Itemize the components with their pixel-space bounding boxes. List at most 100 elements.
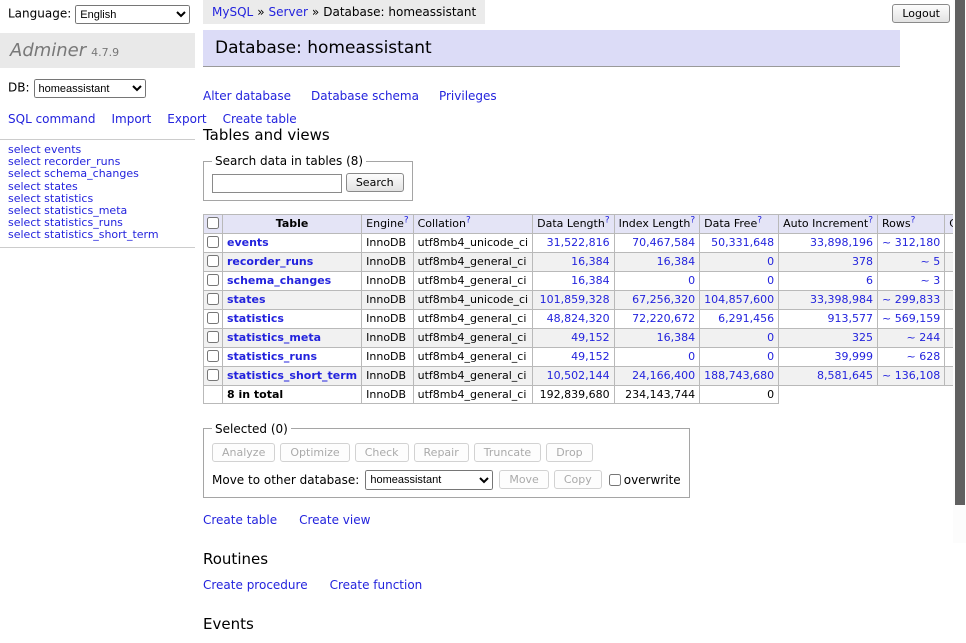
rows-link[interactable]: ~ 136,108 (882, 369, 940, 382)
table-name-link[interactable]: statistics_short_term (227, 369, 357, 382)
analyze-button[interactable]: Analyze (212, 443, 275, 462)
nav-link-database-schema[interactable]: Database schema (311, 89, 419, 103)
breadcrumb-item-mysql[interactable]: MySQL (212, 5, 253, 19)
move-db-select[interactable]: homeassistant (365, 470, 493, 490)
data-free-link[interactable]: 0 (767, 255, 774, 268)
optimize-button[interactable]: Optimize (280, 443, 349, 462)
index-length-link[interactable]: 67,256,320 (632, 293, 695, 306)
search-button[interactable]: Search (346, 173, 404, 192)
table-name-link[interactable]: statistics_meta (227, 331, 321, 344)
data-length-link[interactable]: 16,384 (571, 274, 610, 287)
sidebar-link-select-states[interactable]: select states (8, 181, 187, 193)
vertical-scrollbar[interactable] (953, 0, 966, 543)
language-select[interactable]: English (75, 5, 190, 24)
check-button[interactable]: Check (355, 443, 409, 462)
sidebar-link-select-statistics-short-term[interactable]: select statistics_short_term (8, 229, 187, 241)
rows-link[interactable]: ~ 3 (920, 274, 940, 287)
copy-button[interactable]: Copy (554, 470, 602, 489)
scrollbar-thumb[interactable] (955, 0, 965, 505)
column-help-link[interactable]: ? (911, 215, 916, 225)
row-checkbox[interactable] (207, 312, 219, 324)
nav-link-privileges[interactable]: Privileges (439, 89, 497, 103)
row-checkbox[interactable] (207, 236, 219, 248)
routine-link-create-procedure[interactable]: Create procedure (203, 578, 308, 592)
index-length-link[interactable]: 0 (688, 350, 695, 363)
data-free-link[interactable]: 0 (767, 331, 774, 344)
row-checkbox[interactable] (207, 331, 219, 343)
sidebar-action-sql-command[interactable]: SQL command (8, 112, 95, 126)
column-help-link[interactable]: ? (690, 215, 695, 225)
auto-increment-link[interactable]: 33,898,196 (810, 236, 873, 249)
rows-link[interactable]: ~ 312,180 (882, 236, 940, 249)
auto-increment-link[interactable]: 913,577 (828, 312, 874, 325)
data-free-link[interactable]: 188,743,680 (704, 369, 774, 382)
create-link-create-view[interactable]: Create view (299, 513, 370, 527)
column-help-link[interactable]: ? (466, 215, 471, 225)
table-name-link[interactable]: events (227, 236, 269, 249)
sidebar-action-import[interactable]: Import (111, 112, 151, 126)
data-length-link[interactable]: 101,859,328 (540, 293, 610, 306)
column-header-data-free: Data Free? (700, 214, 779, 233)
data-length-link[interactable]: 48,824,320 (547, 312, 610, 325)
row-checkbox[interactable] (207, 293, 219, 305)
table-name-link[interactable]: statistics (227, 312, 284, 325)
app-name[interactable]: Adminer (10, 40, 86, 61)
data-free-link[interactable]: 104,857,600 (704, 293, 774, 306)
routine-link-create-function[interactable]: Create function (330, 578, 423, 592)
data-length-link[interactable]: 49,152 (571, 350, 610, 363)
overwrite-checkbox[interactable] (609, 474, 621, 486)
tables-body: eventsInnoDButf8mb4_unicode_ci31,522,816… (204, 233, 966, 403)
breadcrumb-item-database-homeassistant: Database: homeassistant (323, 5, 476, 19)
drop-button[interactable]: Drop (546, 443, 592, 462)
table-name-link[interactable]: schema_changes (227, 274, 331, 287)
index-length-link[interactable]: 72,220,672 (632, 312, 695, 325)
repair-button[interactable]: Repair (414, 443, 469, 462)
db-select[interactable]: homeassistant (34, 79, 146, 98)
auto-increment-link[interactable]: 39,999 (835, 350, 874, 363)
breadcrumb-item-server[interactable]: Server (269, 5, 308, 19)
move-button[interactable]: Move (499, 470, 549, 489)
row-checkbox[interactable] (207, 350, 219, 362)
data-free-link[interactable]: 0 (767, 274, 774, 287)
select-all-checkbox[interactable] (207, 217, 219, 229)
auto-increment-link[interactable]: 6 (866, 274, 873, 287)
auto-increment-link[interactable]: 8,581,645 (817, 369, 873, 382)
search-input[interactable] (212, 174, 342, 193)
table-name-link[interactable]: statistics_runs (227, 350, 317, 363)
index-length-link[interactable]: 70,467,584 (632, 236, 695, 249)
data-length-link[interactable]: 31,522,816 (547, 236, 610, 249)
data-length-link[interactable]: 16,384 (571, 255, 610, 268)
logout-button[interactable]: Logout (892, 4, 950, 23)
column-help-link[interactable]: ? (605, 215, 610, 225)
rows-link[interactable]: ~ 628 (906, 350, 940, 363)
data-free-link[interactable]: 50,331,648 (711, 236, 774, 249)
data-free-link[interactable]: 0 (767, 350, 774, 363)
auto-increment-link[interactable]: 33,398,984 (810, 293, 873, 306)
row-checkbox[interactable] (207, 274, 219, 286)
index-length-link[interactable]: 24,166,400 (632, 369, 695, 382)
data-length-link[interactable]: 10,502,144 (547, 369, 610, 382)
sidebar-link-select-schema-changes[interactable]: select schema_changes (8, 168, 187, 180)
rows-link[interactable]: ~ 244 (906, 331, 940, 344)
column-help-link[interactable]: ? (868, 215, 873, 225)
index-length-link[interactable]: 16,384 (657, 255, 696, 268)
auto-increment-link[interactable]: 378 (852, 255, 873, 268)
rows-link[interactable]: ~ 299,833 (882, 293, 940, 306)
column-help-link[interactable]: ? (757, 215, 762, 225)
column-help-link[interactable]: ? (404, 215, 409, 225)
table-name-link[interactable]: recorder_runs (227, 255, 313, 268)
rows-link[interactable]: ~ 569,159 (882, 312, 940, 325)
rows-link[interactable]: ~ 5 (920, 255, 940, 268)
truncate-button[interactable]: Truncate (474, 443, 541, 462)
engine-cell: InnoDB (362, 271, 413, 290)
index-length-link[interactable]: 16,384 (657, 331, 696, 344)
data-length-link[interactable]: 49,152 (571, 331, 610, 344)
table-name-link[interactable]: states (227, 293, 266, 306)
auto-increment-link[interactable]: 325 (852, 331, 873, 344)
data-free-link[interactable]: 6,291,456 (718, 312, 774, 325)
nav-link-alter-database[interactable]: Alter database (203, 89, 291, 103)
index-length-link[interactable]: 0 (688, 274, 695, 287)
row-checkbox[interactable] (207, 255, 219, 267)
create-link-create-table[interactable]: Create table (203, 513, 277, 527)
row-checkbox[interactable] (207, 369, 219, 381)
